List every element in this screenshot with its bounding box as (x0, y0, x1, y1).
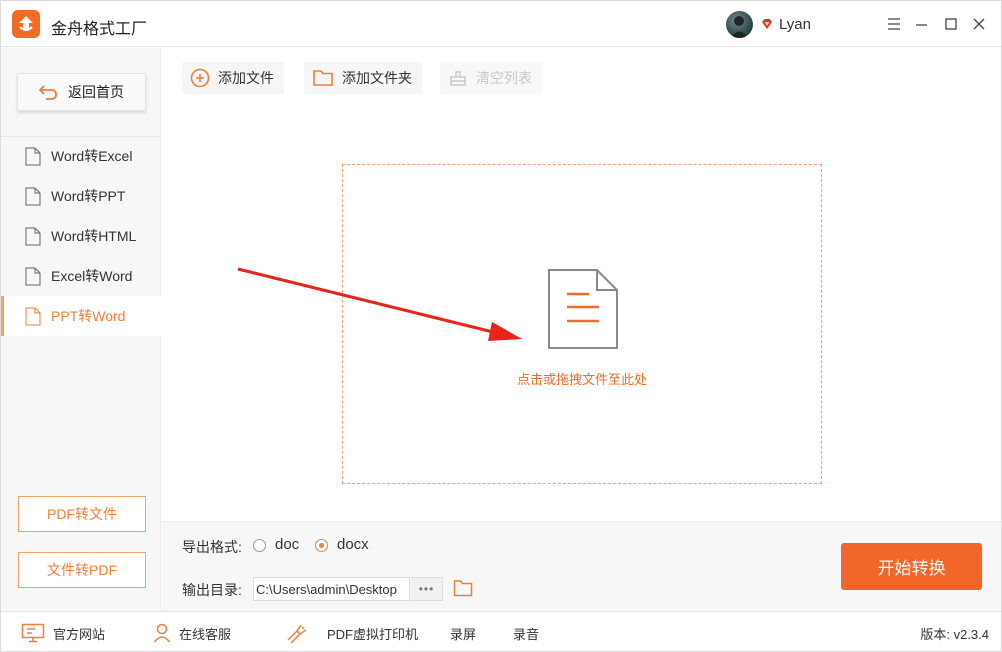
pdf-printer-link[interactable]: PDF虚拟打印机 (285, 612, 419, 651)
add-file-button[interactable]: 添加文件 (182, 62, 284, 94)
format-doc-label[interactable]: doc (275, 536, 299, 553)
browse-more-button[interactable]: ••• (411, 577, 443, 601)
official-website-link[interactable]: 官方网站 (21, 612, 106, 651)
online-support-link[interactable]: 在线客服 (153, 612, 232, 651)
format-radio-doc[interactable] (253, 539, 266, 552)
app-window: 金舟格式工厂 Lyan 返回首页 Word转Excel Word转PPT Wor… (0, 0, 1002, 652)
pdf-to-file-button[interactable]: PDF转文件 (18, 496, 146, 532)
audio-record-link[interactable]: 录音 (513, 612, 540, 651)
printer-icon (287, 624, 307, 643)
plus-circle-icon (190, 68, 210, 88)
add-file-label: 添加文件 (218, 70, 274, 86)
official-website-label: 官方网站 (53, 626, 106, 642)
add-folder-label: 添加文件夹 (342, 70, 412, 86)
username[interactable]: Lyan (779, 16, 811, 33)
pdf-printer-label: PDF虚拟打印机 (327, 626, 419, 642)
close-icon[interactable] (966, 11, 992, 37)
drop-hint-text: 点击或拖拽文件至此处 (516, 372, 647, 387)
sidebar-item-label: Excel转Word (51, 268, 133, 284)
sidebar-item-word-to-ppt[interactable]: Word转PPT (1, 176, 161, 216)
title-bar: 金舟格式工厂 Lyan (1, 1, 1001, 47)
audio-record-label: 录音 (513, 626, 540, 642)
word-file-icon (25, 267, 41, 285)
file-drop-zone[interactable]: 点击或拖拽文件至此处 (342, 164, 822, 484)
clear-list-button[interactable]: 清空列表 (440, 62, 542, 94)
online-support-label: 在线客服 (179, 626, 232, 642)
sidebar-item-label: Word转Excel (51, 148, 133, 164)
sidebar-item-excel-to-word[interactable]: Excel转Word (1, 256, 161, 296)
output-options-panel: 导出格式: doc docx 输出目录: ••• 开始转换 (162, 521, 1001, 611)
sidebar-item-word-to-excel[interactable]: Word转Excel (1, 136, 161, 176)
format-label: 导出格式: (182, 539, 242, 555)
word-file-icon (25, 307, 41, 325)
version-text: 版本: v2.3.4 (920, 627, 989, 642)
output-dir-label: 输出目录: (182, 582, 242, 598)
app-logo-icon (12, 10, 40, 38)
clear-list-label: 清空列表 (476, 70, 532, 86)
sidebar: 返回首页 Word转Excel Word转PPT Word转HTML Excel… (1, 48, 161, 611)
back-home-button[interactable]: 返回首页 (17, 73, 146, 111)
maximize-icon[interactable] (938, 11, 964, 37)
open-folder-icon[interactable] (453, 579, 473, 597)
screen-record-label: 录屏 (450, 626, 477, 642)
user-avatar[interactable] (726, 11, 753, 38)
minimize-icon[interactable] (908, 11, 934, 37)
format-docx-label[interactable]: docx (337, 536, 369, 553)
document-icon (548, 269, 618, 349)
menu-icon[interactable] (881, 11, 907, 37)
excel-file-icon (25, 147, 41, 165)
vip-diamond-icon (762, 19, 772, 29)
ppt-file-icon (25, 187, 41, 205)
start-convert-button[interactable]: 开始转换 (841, 543, 982, 590)
monitor-icon (21, 623, 45, 643)
status-bar: 官方网站 在线客服 PDF虚拟打印机 录屏 录音 版本: v2.3.4 (1, 611, 1001, 651)
back-arrow-icon (38, 85, 57, 100)
sidebar-item-word-to-html[interactable]: Word转HTML (1, 216, 161, 256)
broom-icon (450, 71, 466, 86)
person-icon (153, 623, 171, 643)
folder-icon (313, 70, 333, 86)
sidebar-item-label: Word转HTML (51, 228, 137, 244)
sidebar-item-ppt-to-word[interactable]: PPT转Word (1, 296, 161, 336)
app-title: 金舟格式工厂 (51, 21, 148, 38)
back-home-label: 返回首页 (68, 84, 124, 100)
screen-record-link[interactable]: 录屏 (450, 612, 477, 651)
add-folder-button[interactable]: 添加文件夹 (304, 62, 422, 94)
html-file-icon (25, 227, 41, 245)
format-radio-docx[interactable] (315, 539, 328, 552)
output-path-input[interactable] (253, 577, 410, 601)
sidebar-item-label: Word转PPT (51, 188, 126, 204)
file-to-pdf-button[interactable]: 文件转PDF (18, 552, 146, 588)
sidebar-item-label: PPT转Word (51, 308, 126, 324)
